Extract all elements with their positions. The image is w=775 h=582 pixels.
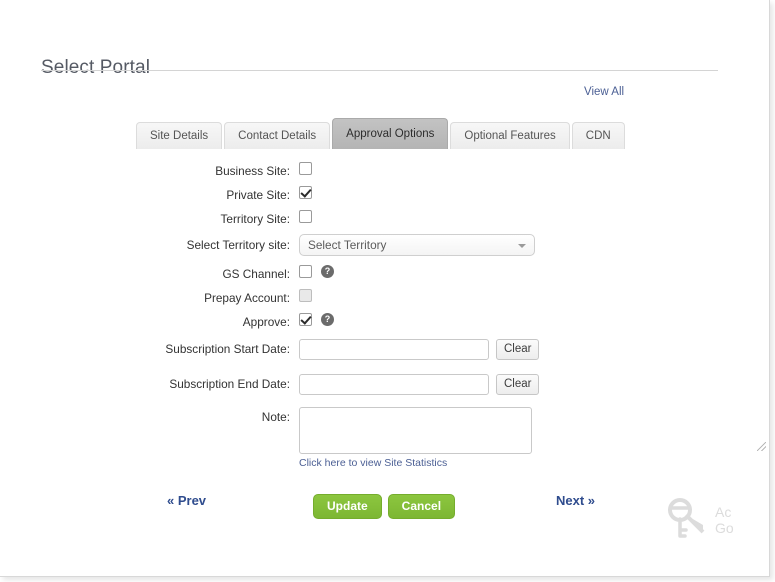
tab-contact-details[interactable]: Contact Details [224, 122, 331, 149]
watermark-line-1: Ac [715, 504, 732, 520]
watermark-logo: Ac Go [665, 490, 765, 550]
row-prepay-account: Prepay Account: [0, 289, 769, 313]
tab-approval-options[interactable]: Approval Options [332, 118, 449, 149]
prev-link[interactable]: « Prev [167, 493, 206, 508]
tab-bar: Site Details Contact Details Approval Op… [136, 118, 625, 149]
approval-options-form: Business Site: Private Site: Territory S… [0, 162, 769, 469]
resize-handle-icon[interactable] [757, 442, 766, 451]
clear-subscription-end-button[interactable]: Clear [496, 374, 540, 395]
gs-channel-label: GS Channel: [222, 267, 290, 281]
row-subscription-end: Subscription End Date: Clear [0, 374, 769, 407]
gs-channel-checkbox[interactable] [299, 265, 312, 278]
select-territory-dropdown[interactable]: Select Territory [299, 234, 535, 256]
tab-optional-features[interactable]: Optional Features [450, 122, 570, 149]
page-title: Select Portal [41, 56, 151, 78]
row-business-site: Business Site: [0, 162, 769, 186]
watermark-text: Ac Go [715, 504, 734, 536]
help-icon-gs-channel[interactable]: ? [321, 265, 334, 278]
clear-subscription-start-button[interactable]: Clear [496, 339, 540, 360]
subscription-end-label: Subscription End Date: [169, 377, 290, 391]
subscription-end-input[interactable] [299, 374, 489, 395]
cancel-button[interactable]: Cancel [387, 494, 456, 519]
territory-site-label: Territory Site: [220, 212, 291, 226]
prepay-account-label: Prepay Account: [204, 291, 290, 305]
tab-cdn[interactable]: CDN [571, 122, 625, 149]
note-textarea[interactable] [299, 407, 532, 454]
approve-label: Approve: [242, 315, 290, 329]
prepay-account-checkbox [299, 289, 312, 302]
title-divider [41, 70, 718, 71]
private-site-checkbox[interactable] [299, 186, 312, 199]
business-site-label: Business Site: [215, 164, 290, 178]
watermark-line-2: Go [715, 520, 734, 536]
select-territory-value: Select Territory [308, 238, 387, 252]
approve-checkbox[interactable] [299, 313, 312, 326]
row-subscription-start: Subscription Start Date: Clear [0, 339, 769, 374]
page-frame: Select Portal View All Site Details Cont… [0, 0, 770, 577]
tab-site-details[interactable]: Site Details [136, 122, 223, 149]
chevron-down-icon [518, 244, 526, 248]
update-button[interactable]: Update [313, 494, 382, 519]
note-label: Note: [261, 410, 290, 424]
help-icon-approve[interactable]: ? [321, 313, 334, 326]
next-link[interactable]: Next » [556, 493, 595, 508]
action-buttons: Update Cancel [313, 494, 456, 519]
private-site-label: Private Site: [226, 188, 290, 202]
territory-site-checkbox[interactable] [299, 210, 312, 223]
select-territory-label: Select Territory site: [186, 238, 290, 252]
row-select-territory: Select Territory site: Select Territory [0, 234, 769, 265]
row-private-site: Private Site: [0, 186, 769, 210]
key-icon [668, 498, 705, 538]
site-statistics-link[interactable]: Click here to view Site Statistics [299, 457, 447, 469]
business-site-checkbox[interactable] [299, 162, 312, 175]
subscription-start-input[interactable] [299, 339, 489, 360]
note-wrapper [299, 407, 769, 454]
row-approve: Approve: ? [0, 313, 769, 339]
subscription-start-label: Subscription Start Date: [165, 342, 290, 356]
row-note: Note: Click here to view Site Statistics [0, 407, 769, 469]
row-gs-channel: GS Channel: ? [0, 265, 769, 289]
view-all-link[interactable]: View All [584, 86, 624, 98]
row-territory-site: Territory Site: [0, 210, 769, 234]
